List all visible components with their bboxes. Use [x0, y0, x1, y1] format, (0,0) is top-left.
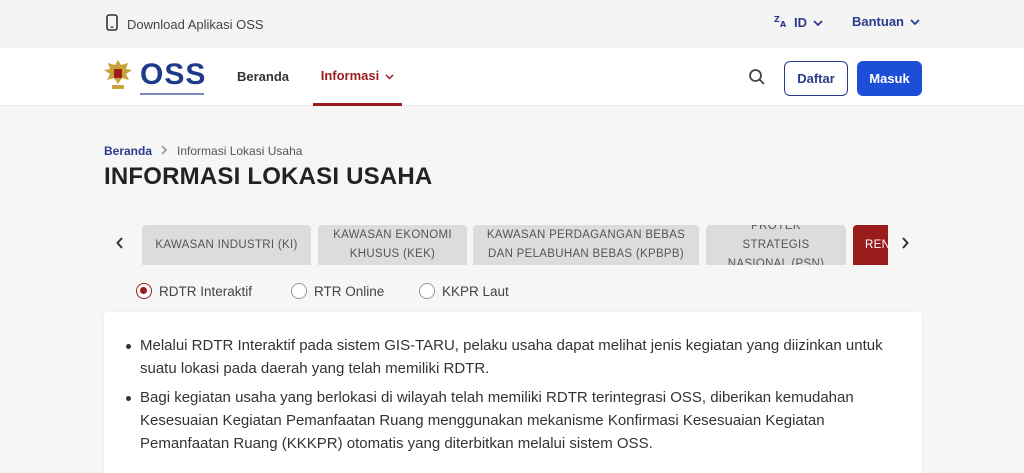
radio-rtr-online[interactable]: RTR Online [291, 283, 384, 299]
page-title: INFORMASI LOKASI USAHA [104, 163, 433, 190]
chevron-left-icon [116, 236, 124, 254]
tab-label: RENCANA [865, 238, 888, 251]
tab-list: KAWASAN INDUSTRI (KI) KAWASAN EKONOMI KH… [142, 225, 888, 265]
login-button[interactable]: Masuk [857, 61, 922, 96]
chevron-down-icon [910, 14, 920, 29]
info-content-card: Melalui RDTR Interaktif pada sistem GIS-… [104, 312, 922, 473]
radio-label: KKPR Laut [442, 283, 509, 299]
tab-label: KAWASAN PERDAGANGAN BEBAS DAN PELABUHAN … [486, 229, 686, 260]
radio-button[interactable] [419, 283, 435, 299]
list-item: Bagi kegiatan usaha yang berlokasi di wi… [126, 386, 906, 455]
tab-rencana[interactable]: RENCANA [853, 225, 888, 265]
garuda-emblem-icon [102, 58, 134, 97]
nav-beranda[interactable]: Beranda [237, 69, 289, 84]
tab-label: KAWASAN EKONOMI KHUSUS (KEK) [333, 229, 452, 260]
language-selector[interactable]: ZA ID [774, 14, 823, 31]
nav-informasi[interactable]: Informasi [313, 48, 402, 106]
svg-text:A: A [780, 20, 787, 28]
download-app-label: Download Aplikasi OSS [127, 16, 264, 32]
tab-label: PROYEK STRATEGIS NASIONAL (PSN) [727, 225, 825, 265]
chevron-down-icon [813, 15, 823, 30]
list-item: Melalui RDTR Interaktif pada sistem GIS-… [126, 334, 906, 380]
tabs-prev-button[interactable] [112, 236, 128, 254]
search-icon[interactable] [748, 68, 766, 86]
chevron-down-icon [385, 68, 394, 83]
help-label: Bantuan [852, 14, 904, 29]
radio-rdtr-interaktif[interactable]: RDTR Interaktif [136, 283, 252, 299]
radio-label: RTR Online [314, 283, 385, 299]
oss-logo[interactable]: OSS [102, 58, 206, 97]
tab-kawasan-ekonomi-khusus[interactable]: KAWASAN EKONOMI KHUSUS (KEK) [318, 225, 467, 265]
download-app-link[interactable]: Download Aplikasi OSS [106, 14, 264, 34]
info-bullet-list: Melalui RDTR Interaktif pada sistem GIS-… [104, 312, 922, 455]
top-bar: Download Aplikasi OSS ZA ID Bantuan [0, 0, 1024, 48]
radio-kkpr-laut[interactable]: KKPR Laut [419, 283, 509, 299]
breadcrumb-home[interactable]: Beranda [104, 144, 152, 158]
radio-label: RDTR Interaktif [159, 283, 253, 299]
breadcrumb-current: Informasi Lokasi Usaha [177, 144, 303, 158]
tab-kpbpb[interactable]: KAWASAN PERDAGANGAN BEBAS DAN PELABUHAN … [473, 225, 699, 265]
phone-icon [106, 14, 118, 34]
tabs-next-button[interactable] [897, 236, 913, 254]
help-menu[interactable]: Bantuan [852, 14, 920, 29]
register-button[interactable]: Daftar [784, 61, 848, 96]
radio-button-checked[interactable] [136, 283, 152, 299]
language-code: ID [794, 15, 807, 30]
logo-wordmark: OSS [140, 58, 207, 91]
breadcrumb: Beranda Informasi Lokasi Usaha [104, 144, 302, 158]
breadcrumb-separator-icon [161, 144, 168, 158]
translate-icon: ZA [774, 14, 788, 31]
tab-psn[interactable]: PROYEK STRATEGIS NASIONAL (PSN) [706, 225, 846, 265]
chevron-right-icon [901, 236, 909, 254]
radio-button[interactable] [291, 283, 307, 299]
tab-label: KAWASAN INDUSTRI (KI) [155, 238, 298, 251]
nav-informasi-label: Informasi [320, 68, 380, 83]
tab-kawasan-industri[interactable]: KAWASAN INDUSTRI (KI) [142, 225, 311, 265]
main-navbar: OSS Beranda Informasi Daftar Masuk [0, 48, 1024, 106]
